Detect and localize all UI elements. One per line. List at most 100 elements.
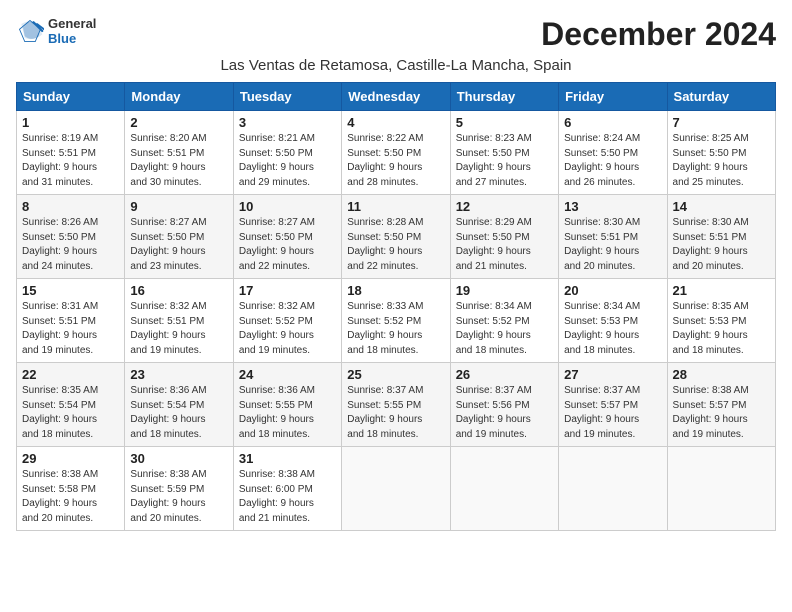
calendar-day-cell: 9 Sunrise: 8:27 AM Sunset: 5:50 PM Daylig… [125, 195, 233, 279]
calendar-header-row: SundayMondayTuesdayWednesdayThursdayFrid… [17, 83, 776, 111]
calendar-day-cell: 27Sunrise: 8:37 AM Sunset: 5:57 PM Dayli… [559, 363, 667, 447]
calendar-day-cell: 28 Sunrise: 8:38 AM Sunset: 5:57 PM Dayli… [667, 363, 775, 447]
day-number: 18 [347, 283, 444, 298]
weekday-header: Tuesday [233, 83, 341, 111]
day-info: Sunrise: 8:19 AM Sunset: 5:51 PM Dayligh… [22, 132, 119, 190]
day-info: Sunrise: 8:28 AM Sunset: 5:50 PM Dayligh… [347, 216, 444, 274]
day-info: Sunrise: 8:31 AM Sunset: 5:51 PM Dayligh… [22, 300, 119, 358]
day-number: 31 [239, 451, 336, 466]
calendar-day-cell: 10Sunrise: 8:27 AM Sunset: 5:50 PM Dayli… [233, 195, 341, 279]
day-number: 25 [347, 367, 444, 382]
logo-blue: Blue [48, 31, 96, 46]
calendar-day-cell: 6 Sunrise: 8:24 AM Sunset: 5:50 PM Daylig… [559, 111, 667, 195]
day-info: Sunrise: 8:20 AM Sunset: 5:51 PM Dayligh… [130, 132, 227, 190]
day-number: 9 [130, 199, 227, 214]
day-number: 19 [456, 283, 553, 298]
calendar-day-cell: 30Sunrise: 8:38 AM Sunset: 5:59 PM Dayli… [125, 447, 233, 531]
day-info: Sunrise: 8:34 AM Sunset: 5:52 PM Dayligh… [456, 300, 553, 358]
day-info: Sunrise: 8:22 AM Sunset: 5:50 PM Dayligh… [347, 132, 444, 190]
calendar-week-row: 15 Sunrise: 8:31 AM Sunset: 5:51 PM Dayli… [17, 279, 776, 363]
day-number: 24 [239, 367, 336, 382]
calendar-day-cell: 12 Sunrise: 8:29 AM Sunset: 5:50 PM Dayli… [450, 195, 558, 279]
page-container: General Blue December 2024 Las Ventas de… [16, 16, 776, 531]
calendar-week-row: 22 Sunrise: 8:35 AM Sunset: 5:54 PM Dayli… [17, 363, 776, 447]
day-number: 21 [673, 283, 770, 298]
month-title: December 2024 [541, 16, 776, 53]
calendar-day-cell: 17 Sunrise: 8:32 AM Sunset: 5:52 PM Dayli… [233, 279, 341, 363]
calendar-day-cell: 11Sunrise: 8:28 AM Sunset: 5:50 PM Dayli… [342, 195, 450, 279]
day-info: Sunrise: 8:35 AM Sunset: 5:53 PM Dayligh… [673, 300, 770, 358]
calendar-week-row: 8Sunrise: 8:26 AM Sunset: 5:50 PM Daylig… [17, 195, 776, 279]
day-number: 15 [22, 283, 119, 298]
day-number: 6 [564, 115, 661, 130]
day-info: Sunrise: 8:36 AM Sunset: 5:55 PM Dayligh… [239, 384, 336, 442]
day-info: Sunrise: 8:35 AM Sunset: 5:54 PM Dayligh… [22, 384, 119, 442]
day-info: Sunrise: 8:36 AM Sunset: 5:54 PM Dayligh… [130, 384, 227, 442]
day-number: 23 [130, 367, 227, 382]
calendar-day-cell: 14 Sunrise: 8:30 AM Sunset: 5:51 PM Dayli… [667, 195, 775, 279]
calendar-day-cell [342, 447, 450, 531]
calendar-day-cell [450, 447, 558, 531]
day-info: Sunrise: 8:37 AM Sunset: 5:57 PM Dayligh… [564, 384, 661, 442]
day-info: Sunrise: 8:24 AM Sunset: 5:50 PM Dayligh… [564, 132, 661, 190]
day-info: Sunrise: 8:37 AM Sunset: 5:56 PM Dayligh… [456, 384, 553, 442]
weekday-header: Sunday [17, 83, 125, 111]
day-number: 7 [673, 115, 770, 130]
day-info: Sunrise: 8:26 AM Sunset: 5:50 PM Dayligh… [22, 216, 119, 274]
weekday-header: Friday [559, 83, 667, 111]
day-info: Sunrise: 8:37 AM Sunset: 5:55 PM Dayligh… [347, 384, 444, 442]
day-number: 13 [564, 199, 661, 214]
day-info: Sunrise: 8:38 AM Sunset: 5:57 PM Dayligh… [673, 384, 770, 442]
day-info: Sunrise: 8:30 AM Sunset: 5:51 PM Dayligh… [564, 216, 661, 274]
calendar-day-cell [559, 447, 667, 531]
calendar-day-cell: 31Sunrise: 8:38 AM Sunset: 6:00 PM Dayli… [233, 447, 341, 531]
calendar-day-cell: 26 Sunrise: 8:37 AM Sunset: 5:56 PM Dayli… [450, 363, 558, 447]
day-number: 20 [564, 283, 661, 298]
calendar-day-cell: 15 Sunrise: 8:31 AM Sunset: 5:51 PM Dayli… [17, 279, 125, 363]
day-info: Sunrise: 8:32 AM Sunset: 5:52 PM Dayligh… [239, 300, 336, 358]
calendar-day-cell: 13 Sunrise: 8:30 AM Sunset: 5:51 PM Dayli… [559, 195, 667, 279]
weekday-header: Wednesday [342, 83, 450, 111]
calendar-table: SundayMondayTuesdayWednesdayThursdayFrid… [16, 82, 776, 531]
calendar-day-cell: 20 Sunrise: 8:34 AM Sunset: 5:53 PM Dayli… [559, 279, 667, 363]
calendar-day-cell: 5 Sunrise: 8:23 AM Sunset: 5:50 PM Daylig… [450, 111, 558, 195]
day-number: 5 [456, 115, 553, 130]
calendar-day-cell: 8Sunrise: 8:26 AM Sunset: 5:50 PM Daylig… [17, 195, 125, 279]
day-number: 2 [130, 115, 227, 130]
calendar-day-cell: 25 Sunrise: 8:37 AM Sunset: 5:55 PM Dayli… [342, 363, 450, 447]
logo-general: General [48, 16, 96, 31]
day-info: Sunrise: 8:38 AM Sunset: 5:58 PM Dayligh… [22, 468, 119, 526]
day-number: 12 [456, 199, 553, 214]
day-number: 29 [22, 451, 119, 466]
calendar-day-cell: 2 Sunrise: 8:20 AM Sunset: 5:51 PM Daylig… [125, 111, 233, 195]
day-number: 26 [456, 367, 553, 382]
calendar-week-row: 29 Sunrise: 8:38 AM Sunset: 5:58 PM Dayli… [17, 447, 776, 531]
calendar-day-cell: 7Sunrise: 8:25 AM Sunset: 5:50 PM Daylig… [667, 111, 775, 195]
day-info: Sunrise: 8:29 AM Sunset: 5:50 PM Dayligh… [456, 216, 553, 274]
day-info: Sunrise: 8:30 AM Sunset: 5:51 PM Dayligh… [673, 216, 770, 274]
calendar-day-cell [667, 447, 775, 531]
calendar-day-cell: 4 Sunrise: 8:22 AM Sunset: 5:50 PM Daylig… [342, 111, 450, 195]
day-number: 1 [22, 115, 119, 130]
day-number: 17 [239, 283, 336, 298]
calendar-day-cell: 29 Sunrise: 8:38 AM Sunset: 5:58 PM Dayli… [17, 447, 125, 531]
day-number: 14 [673, 199, 770, 214]
day-number: 16 [130, 283, 227, 298]
weekday-header: Monday [125, 83, 233, 111]
day-number: 4 [347, 115, 444, 130]
calendar-day-cell: 21 Sunrise: 8:35 AM Sunset: 5:53 PM Dayli… [667, 279, 775, 363]
day-info: Sunrise: 8:32 AM Sunset: 5:51 PM Dayligh… [130, 300, 227, 358]
day-info: Sunrise: 8:34 AM Sunset: 5:53 PM Dayligh… [564, 300, 661, 358]
day-number: 22 [22, 367, 119, 382]
weekday-header: Thursday [450, 83, 558, 111]
calendar-day-cell: 19 Sunrise: 8:34 AM Sunset: 5:52 PM Dayli… [450, 279, 558, 363]
day-number: 30 [130, 451, 227, 466]
day-info: Sunrise: 8:23 AM Sunset: 5:50 PM Dayligh… [456, 132, 553, 190]
day-number: 28 [673, 367, 770, 382]
header: General Blue December 2024 [16, 16, 776, 53]
calendar-day-cell: 1 Sunrise: 8:19 AM Sunset: 5:51 PM Daylig… [17, 111, 125, 195]
calendar-day-cell: 16 Sunrise: 8:32 AM Sunset: 5:51 PM Dayli… [125, 279, 233, 363]
day-number: 10 [239, 199, 336, 214]
day-info: Sunrise: 8:27 AM Sunset: 5:50 PM Dayligh… [130, 216, 227, 274]
calendar-day-cell: 23 Sunrise: 8:36 AM Sunset: 5:54 PM Dayli… [125, 363, 233, 447]
